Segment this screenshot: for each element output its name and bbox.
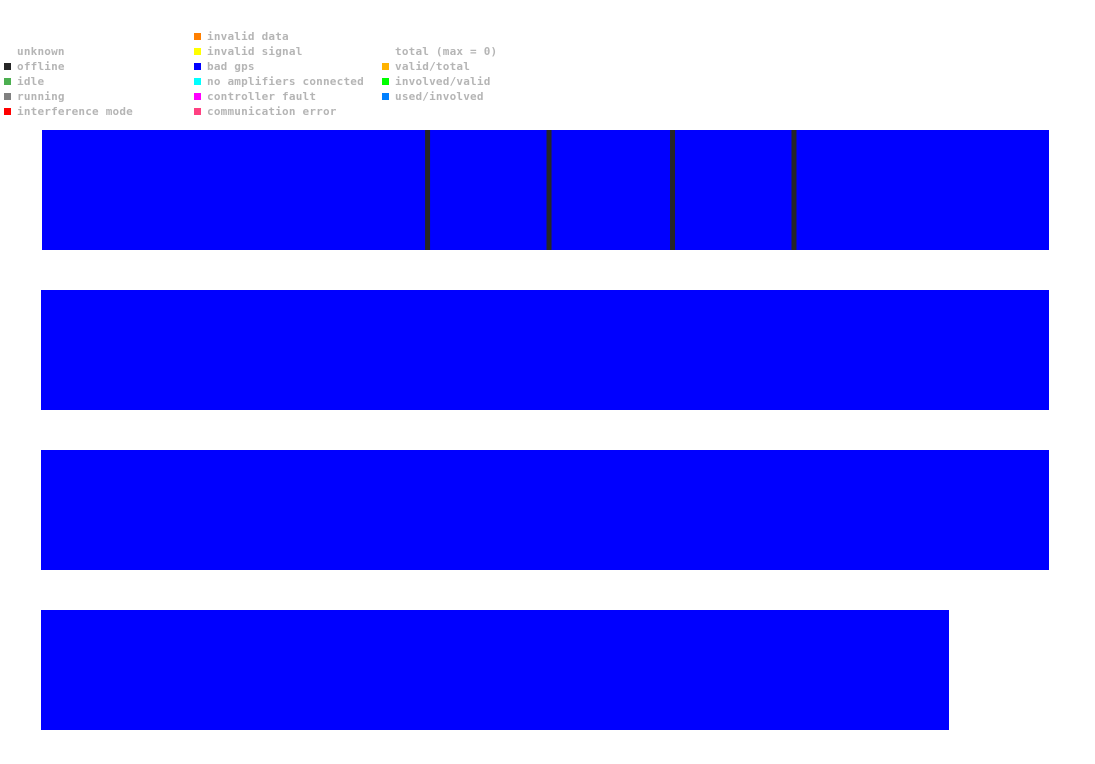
timeline-segment xyxy=(42,130,1049,250)
timeline-separator xyxy=(546,130,552,250)
timeline-row-3 xyxy=(41,450,1049,570)
timeline-row-2 xyxy=(41,290,1049,410)
timeline-row-4 xyxy=(41,610,950,730)
timeline-segment xyxy=(41,290,1049,410)
timeline-segment xyxy=(41,450,1049,570)
timeline-separator xyxy=(425,130,431,250)
timeline-chart xyxy=(41,130,1049,730)
timeline-row-1 xyxy=(42,130,1049,250)
timeline-separator xyxy=(791,130,797,250)
timeline-segment xyxy=(41,610,950,730)
timeline-separator xyxy=(670,130,676,250)
